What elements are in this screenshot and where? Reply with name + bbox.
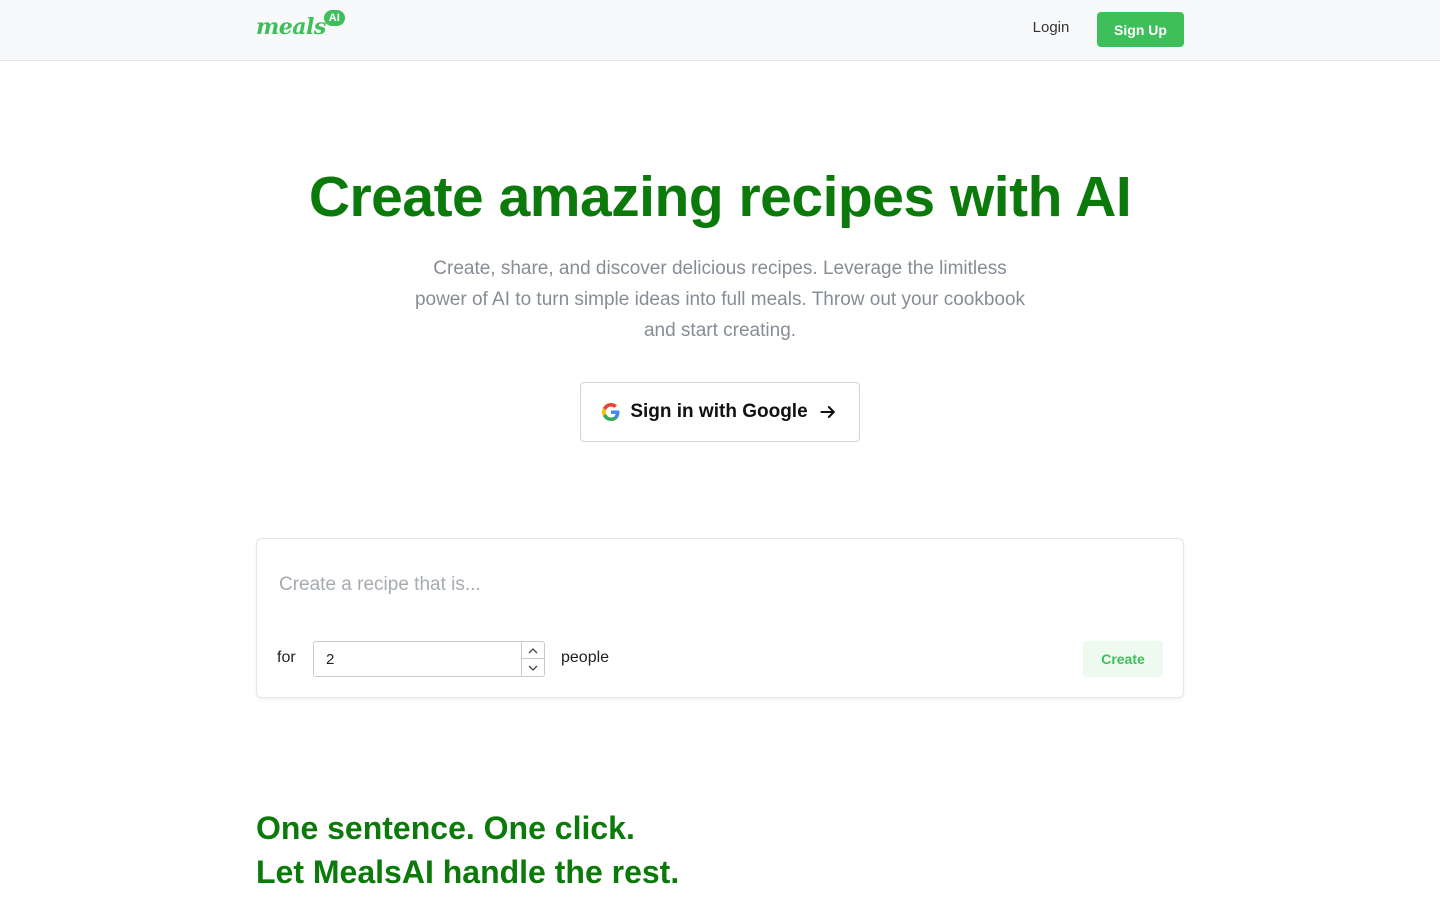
recipe-prompt-input[interactable] [279, 565, 1159, 605]
chevron-down-icon [528, 659, 538, 677]
sign-in-with-google-label: Sign in with Google [630, 401, 808, 422]
tagline-line-1: One sentence. One click. [256, 810, 635, 846]
stepper-decrement-button[interactable] [522, 659, 544, 676]
recipe-generator-card: for 2 people Create [256, 538, 1184, 698]
hero-title: Create amazing recipes with AI [308, 165, 1132, 229]
meals-ai-logo[interactable]: meals AI [256, 10, 345, 46]
google-logo-icon [602, 403, 620, 421]
tagline-line-2: Let MealsAI handle the rest. [256, 854, 680, 890]
sign-in-with-google-button[interactable]: Sign in with Google [580, 382, 860, 442]
logo-ai-badge: AI [323, 10, 345, 26]
sign-up-button[interactable]: Sign Up [1097, 12, 1184, 47]
stepper-increment-button[interactable] [522, 642, 544, 659]
for-label: for [277, 649, 296, 666]
chevron-up-icon [528, 641, 538, 659]
arrow-right-icon [818, 402, 838, 422]
top-navbar: meals AI Login Sign Up [0, 0, 1440, 61]
feature-tagline: One sentence. One click. Let MealsAI han… [256, 806, 679, 894]
servings-value: 2 [326, 651, 335, 668]
logo-text: meals [256, 14, 326, 40]
login-link[interactable]: Login [1022, 19, 1080, 36]
hero-subtitle: Create, share, and discover delicious re… [414, 258, 1026, 341]
create-recipe-button[interactable]: Create [1083, 641, 1163, 677]
people-label: people [561, 649, 610, 666]
stepper-arrows [521, 642, 544, 676]
servings-stepper[interactable]: 2 [313, 641, 545, 677]
